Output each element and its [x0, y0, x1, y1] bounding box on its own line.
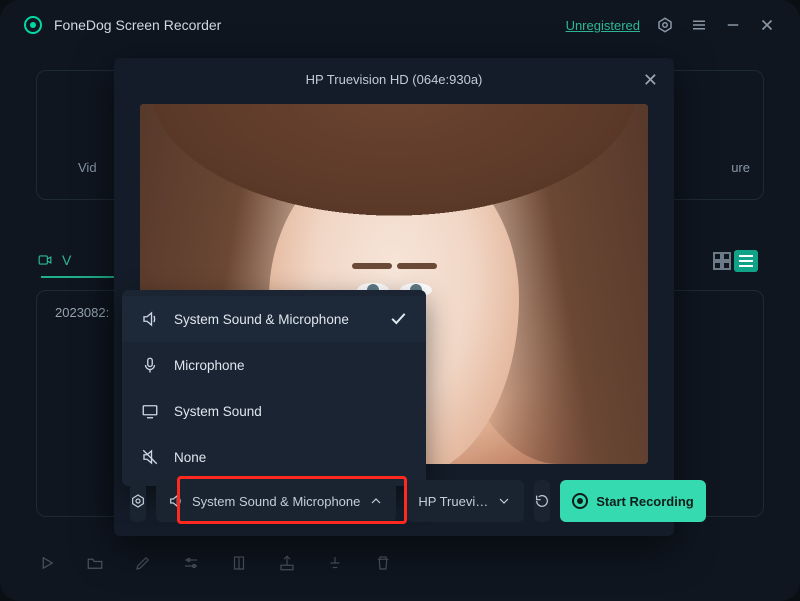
history-tabs[interactable]: V: [36, 252, 71, 268]
view-list-icon[interactable]: [734, 250, 758, 272]
audio-option-none[interactable]: None: [122, 434, 426, 480]
monitor-icon: [140, 401, 160, 421]
folder-icon[interactable]: [86, 554, 104, 577]
edit-icon[interactable]: [134, 554, 152, 577]
menu-icon[interactable]: [690, 16, 708, 34]
app-window: FoneDog Screen Recorder Unregistered Vid…: [0, 0, 800, 601]
history-tab-label: V: [62, 252, 71, 268]
play-icon[interactable]: [38, 554, 56, 577]
unregistered-link[interactable]: Unregistered: [566, 18, 640, 33]
app-logo-icon: [24, 16, 42, 34]
chevron-up-icon: [368, 493, 384, 509]
mode-label-right: ure: [731, 160, 750, 175]
titlebar: FoneDog Screen Recorder Unregistered: [0, 0, 800, 50]
audio-option-label: System Sound: [174, 404, 262, 419]
webcam-modal: HP Truevision HD (064e:930a) ✕ System So…: [114, 58, 674, 536]
view-grid-icon[interactable]: [710, 250, 734, 272]
mic-icon: [140, 355, 160, 375]
close-window-icon[interactable]: [758, 16, 776, 34]
chevron-down-icon: [496, 493, 512, 509]
modal-title: HP Truevision HD (064e:930a): [306, 72, 483, 87]
record-icon: [572, 493, 588, 509]
muted-icon: [140, 447, 160, 467]
camera-source-dropdown[interactable]: HP Truevi…: [406, 480, 524, 522]
speaker-icon: [168, 493, 184, 509]
view-toggle: [710, 250, 758, 272]
audio-option-label: System Sound & Microphone: [174, 312, 349, 327]
audio-source-dropdown[interactable]: System Sound & Microphone: [156, 480, 396, 522]
camera-source-label: HP Truevi…: [418, 494, 488, 509]
audio-option-label: None: [174, 450, 206, 465]
modal-header: HP Truevision HD (064e:930a) ✕: [114, 58, 674, 100]
audio-source-menu: System Sound & Microphone Microphone Sys…: [122, 290, 426, 486]
mode-label-left: Vid: [78, 160, 97, 175]
modal-close-icon[interactable]: ✕: [643, 70, 658, 91]
list-item[interactable]: 2023082:: [55, 305, 109, 320]
trash-icon[interactable]: [374, 554, 392, 577]
export-icon[interactable]: [278, 554, 296, 577]
speaker-icon: [140, 309, 160, 329]
modal-controls: System Sound & Microphone HP Truevi… Sta…: [130, 480, 658, 522]
refresh-button[interactable]: [534, 480, 550, 522]
audio-option-microphone[interactable]: Microphone: [122, 342, 426, 388]
webcam-settings-button[interactable]: [130, 480, 146, 522]
convert-icon[interactable]: [326, 554, 344, 577]
start-recording-label: Start Recording: [596, 494, 694, 509]
check-icon: [388, 308, 408, 331]
audio-source-label: System Sound & Microphone: [192, 494, 360, 509]
audio-option-system-sound[interactable]: System Sound: [122, 388, 426, 434]
bottom-toolbar: [38, 554, 392, 577]
audio-option-system-and-mic[interactable]: System Sound & Microphone: [122, 296, 426, 342]
start-recording-button[interactable]: Start Recording: [560, 480, 706, 522]
audio-option-label: Microphone: [174, 358, 245, 373]
app-title: FoneDog Screen Recorder: [54, 17, 221, 33]
sliders-icon[interactable]: [182, 554, 200, 577]
minimize-icon[interactable]: [724, 16, 742, 34]
compress-icon[interactable]: [230, 554, 248, 577]
settings-hex-icon[interactable]: [656, 16, 674, 34]
